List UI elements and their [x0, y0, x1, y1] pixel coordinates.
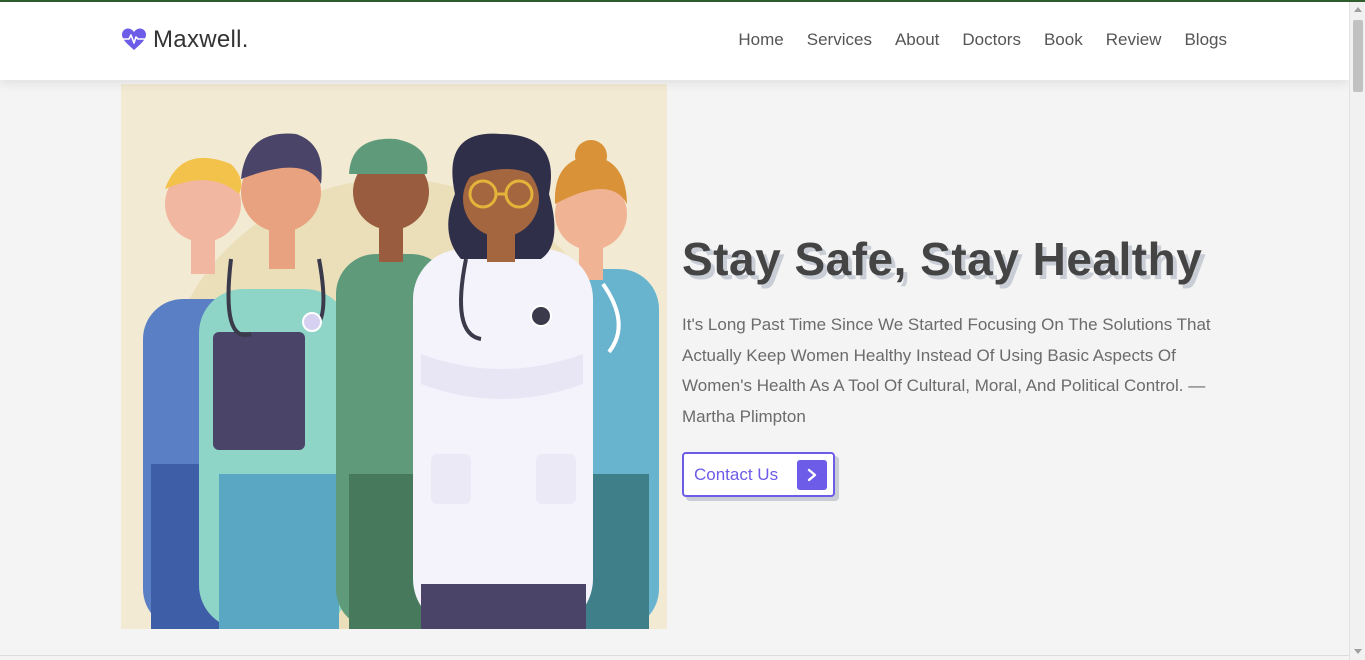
hero-description: It's Long Past Time Since We Started Foc…	[682, 315, 1211, 426]
scroll-down-arrow-icon[interactable]	[1354, 649, 1362, 654]
contact-us-label: Contact Us	[694, 464, 779, 484]
scroll-up-arrow-icon[interactable]	[1354, 7, 1362, 12]
nav-doctors[interactable]: Doctors	[962, 30, 1021, 50]
nav-home[interactable]: Home	[738, 30, 783, 50]
heartbeat-icon	[122, 28, 146, 50]
section-divider	[0, 655, 1349, 656]
medical-team-illustration	[143, 133, 659, 629]
nav-blogs[interactable]: Blogs	[1184, 30, 1227, 50]
main-nav: Home Services About Doctors Book Review …	[715, 30, 1227, 50]
nav-services[interactable]: Services	[807, 30, 872, 50]
contact-us-button[interactable]: Contact Us	[682, 452, 835, 497]
nav-book[interactable]: Book	[1044, 30, 1083, 50]
scroll-thumb[interactable]	[1353, 20, 1363, 92]
nav-about[interactable]: About	[895, 30, 939, 50]
page-scrollbar[interactable]	[1349, 2, 1365, 660]
hero-illustration	[121, 84, 667, 629]
site-header: Maxwell. Home Services About Doctors Boo…	[0, 2, 1349, 80]
chevron-right-icon	[797, 460, 827, 490]
nav-review[interactable]: Review	[1106, 30, 1162, 50]
brand-logo[interactable]: Maxwell.	[121, 26, 249, 54]
brand-name: Maxwell.	[153, 26, 249, 53]
hero-title: Stay Safe, Stay Healthy	[682, 233, 1203, 285]
